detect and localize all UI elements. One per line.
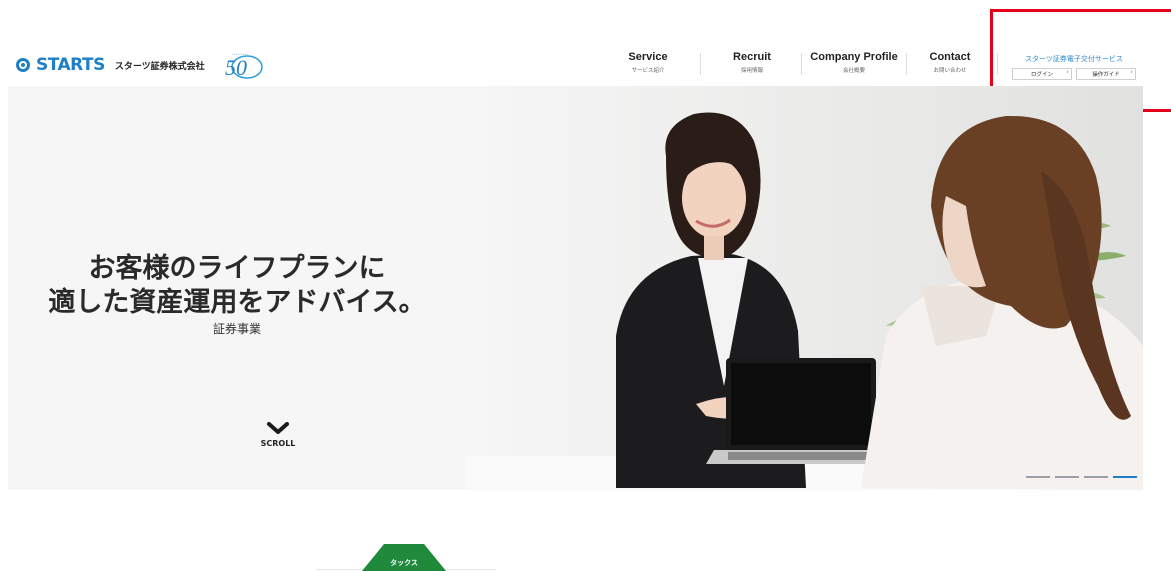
starts-logo-icon (16, 58, 30, 72)
site-logo[interactable]: STARTS スターツ証券株式会社 50 ••••••••• (16, 50, 265, 80)
slide-indicator-3[interactable] (1084, 476, 1108, 478)
svg-text:50: 50 (225, 55, 247, 80)
tax-tab[interactable]: タックス (362, 544, 446, 571)
scroll-button[interactable]: SCROLL (8, 422, 548, 448)
site-header: STARTS スターツ証券株式会社 50 ••••••••• Service サ… (0, 0, 1171, 86)
slide-indicator-4[interactable] (1113, 476, 1137, 478)
nav-divider (801, 53, 802, 75)
slide-indicator-2[interactable] (1055, 476, 1079, 478)
anniversary-50-emblem: 50 ••••••••• (219, 50, 265, 80)
nav-recruit-sublabel: 採用情報 (740, 68, 763, 74)
hero-headline-line2: 適した資産運用をアドバイス。 (48, 287, 426, 318)
nav-contact[interactable]: Contact お問い合わせ (924, 51, 976, 74)
nav-divider (997, 53, 998, 75)
logo-wordmark: STARTS (36, 55, 105, 75)
slide-indicators (1026, 476, 1137, 478)
e-delivery-service-panel: スターツ証券電子交付サービス ログイン 操作ガイド (1012, 54, 1136, 80)
consultation-photo-illustration (466, 86, 1143, 490)
nav-recruit-label: Recruit (733, 51, 771, 63)
slide-indicator-1[interactable] (1026, 476, 1050, 478)
chevron-down-icon (267, 422, 289, 434)
hero-slider: お客様のライフプランに 適した資産運用をアドバイス。 証券事業 SCROLL (8, 86, 1143, 490)
svg-text:•••••••••: ••••••••• (232, 52, 248, 56)
e-delivery-buttons: ログイン 操作ガイド (1012, 68, 1136, 80)
e-delivery-service-title[interactable]: スターツ証券電子交付サービス (1012, 54, 1136, 64)
hero-photo (466, 86, 1143, 490)
hero-subtitle: 証券事業 (212, 322, 261, 336)
nav-divider (906, 53, 907, 75)
nav-divider (700, 53, 701, 75)
tax-tab-label: タックス (390, 559, 418, 567)
nav-contact-sublabel: お問い合わせ (933, 68, 967, 74)
nav-company-profile[interactable]: Company Profile 会社概要 (810, 51, 898, 74)
nav-recruit[interactable]: Recruit 採用情報 (726, 51, 778, 74)
nav-service-label: Service (628, 51, 668, 63)
nav-service-sublabel: サービス紹介 (631, 68, 665, 74)
nav-company-label: Company Profile (810, 51, 898, 63)
operation-guide-button[interactable]: 操作ガイド (1076, 68, 1136, 80)
laptop (706, 358, 894, 464)
nav-contact-label: Contact (929, 51, 971, 63)
login-button[interactable]: ログイン (1012, 68, 1072, 80)
scroll-label: SCROLL (260, 439, 296, 448)
nav-company-sublabel: 会社概要 (842, 68, 865, 74)
nav-service[interactable]: Service サービス紹介 (620, 51, 676, 74)
logo-company-name: スターツ証券株式会社 (114, 61, 205, 72)
